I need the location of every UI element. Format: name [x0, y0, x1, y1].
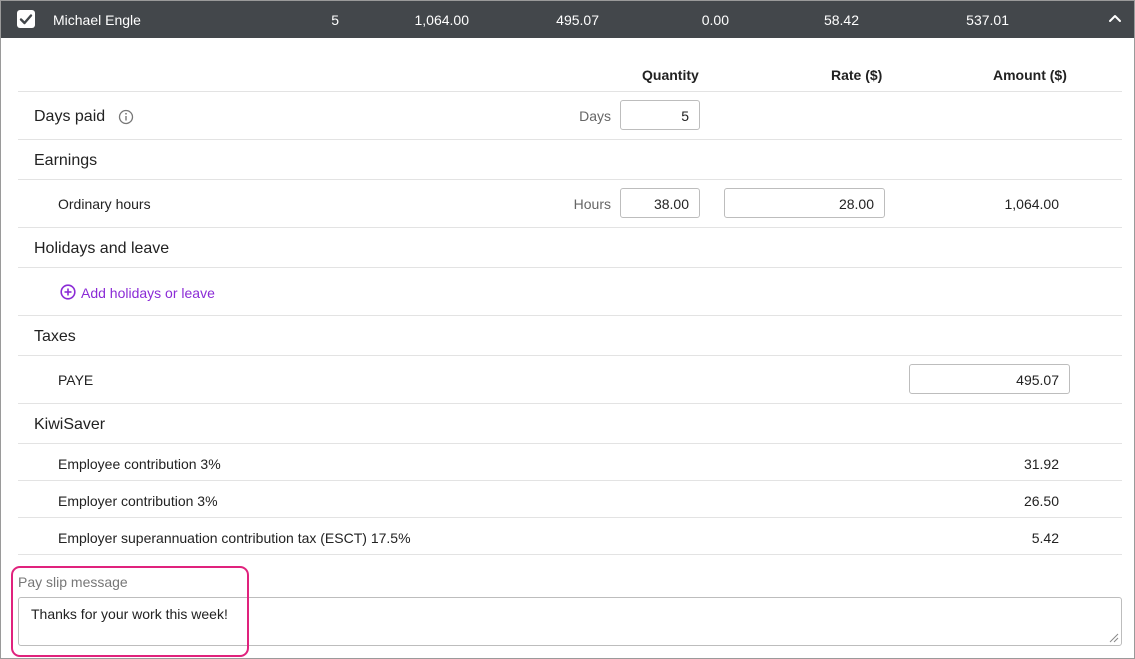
employee-name: Michael Engle: [53, 12, 141, 28]
days-unit: Days: [579, 108, 611, 124]
divider: [18, 355, 1122, 356]
days-input[interactable]: 5: [620, 100, 700, 130]
employee-summary-row[interactable]: Michael Engle 5 1,064.00 495.07 0.00 58.…: [1, 1, 1134, 38]
column-quantity: Quantity: [642, 67, 699, 83]
summary-deductions: 0.00: [701, 12, 729, 28]
ordinary-hours-amount: 1,064.00: [1004, 196, 1060, 212]
column-amount: Amount ($): [993, 67, 1067, 83]
paye-label: PAYE: [58, 372, 94, 388]
summary-kiwisaver: 58.42: [823, 12, 859, 28]
divider: [18, 179, 1122, 180]
add-holidays-label: Add holidays or leave: [81, 285, 215, 301]
esct-label: Employer superannuation contribution tax…: [58, 530, 411, 546]
employee-contribution-amount: 31.92: [1023, 456, 1059, 472]
divider: [18, 315, 1122, 316]
kiwisaver-heading: KiwiSaver: [34, 416, 106, 433]
summary-net: 537.01: [966, 12, 1009, 28]
esct-amount: 5.42: [1031, 530, 1059, 546]
divider: [18, 139, 1122, 140]
earnings-heading: Earnings: [34, 152, 98, 169]
divider: [18, 480, 1122, 481]
divider: [18, 91, 1122, 92]
ordinary-hours-label: Ordinary hours: [58, 196, 151, 212]
divider: [18, 403, 1122, 404]
plus-circle-icon: [60, 284, 76, 300]
employee-contribution-label: Employee contribution 3%: [58, 456, 221, 472]
payrun-employee-panel: Michael Engle 5 1,064.00 495.07 0.00 58.…: [0, 0, 1135, 659]
checkmark-icon: [19, 14, 33, 25]
summary-days: 5: [331, 12, 339, 28]
employer-contribution-amount: 26.50: [1023, 493, 1059, 509]
hours-unit: Hours: [573, 196, 611, 212]
annotation-highlight-box: [11, 566, 249, 657]
summary-tax: 495.07: [556, 12, 599, 28]
hours-quantity-input[interactable]: 38.00: [620, 188, 700, 218]
info-icon[interactable]: [118, 109, 134, 125]
divider: [18, 227, 1122, 228]
divider: [18, 443, 1122, 444]
paye-amount-input[interactable]: 495.07: [909, 364, 1070, 394]
divider: [18, 517, 1122, 518]
column-rate: Rate ($): [831, 67, 883, 83]
employer-contribution-label: Employer contribution 3%: [58, 493, 218, 509]
chevron-up-icon[interactable]: [1108, 13, 1122, 23]
divider: [18, 267, 1122, 268]
days-paid-label: Days paid: [34, 108, 106, 125]
divider: [18, 554, 1122, 555]
resize-handle-icon[interactable]: [1109, 633, 1119, 643]
employee-checkbox[interactable]: [17, 10, 35, 28]
summary-gross: 1,064.00: [414, 12, 470, 28]
hourly-rate-input[interactable]: 28.00: [724, 188, 885, 218]
taxes-heading: Taxes: [34, 328, 76, 345]
holidays-heading: Holidays and leave: [34, 240, 170, 257]
